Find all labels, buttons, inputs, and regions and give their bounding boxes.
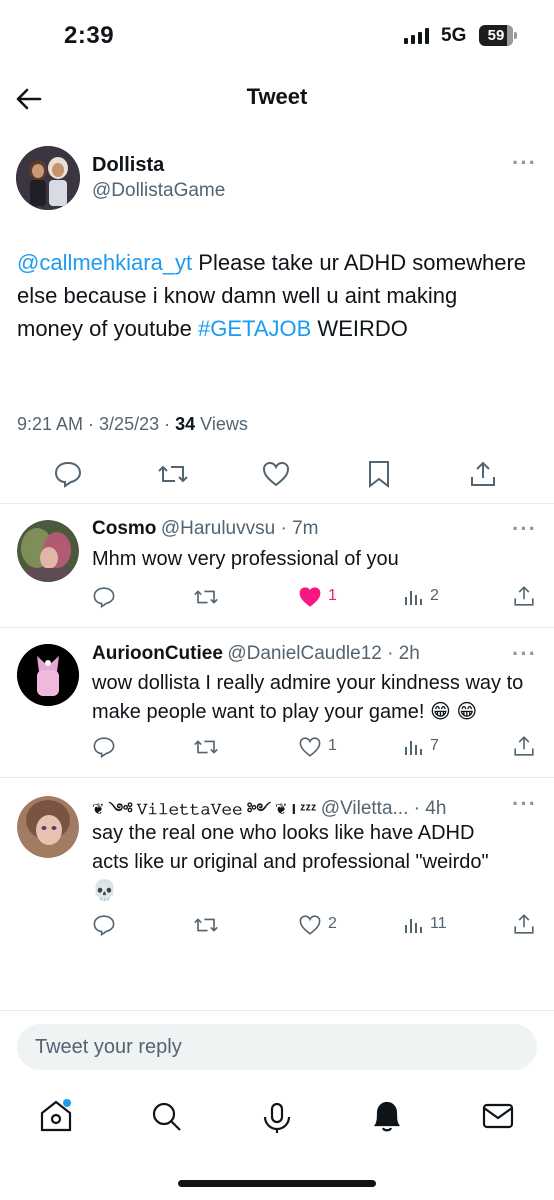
author-name[interactable]: Dollista xyxy=(92,154,164,177)
views-label: Views xyxy=(200,414,248,434)
like-icon[interactable] xyxy=(298,585,322,609)
reply-avatar[interactable] xyxy=(17,520,79,582)
reply-author-name[interactable]: ❦ ༺ 𝚅𝚒𝚕𝚎𝚝𝚝𝚊𝚅𝚎𝚎 ༻ ❦ I ᶻᶻᶻ xyxy=(92,801,316,818)
retweet-icon[interactable] xyxy=(192,585,220,609)
reply-author-handle[interactable]: @DanielCaudle12 xyxy=(227,643,382,664)
reply-author-handle[interactable]: @Haruluvvsu xyxy=(161,518,275,539)
battery-icon: 59 xyxy=(479,25,517,46)
reply-text: Mhm wow very professional of you xyxy=(92,548,399,570)
divider xyxy=(0,777,554,778)
views-count: 7 xyxy=(430,737,439,754)
mention-link[interactable]: @callmehkiara_yt xyxy=(17,250,192,275)
more-icon[interactable]: ··· xyxy=(512,152,537,174)
retweet-icon[interactable] xyxy=(157,459,189,489)
tweet-text-end: WEIRDO xyxy=(311,316,408,341)
signal-icon xyxy=(404,28,429,44)
reply-icon[interactable] xyxy=(92,913,116,937)
home-indicator xyxy=(178,1180,376,1187)
views-count: 11 xyxy=(430,915,447,932)
reply-author-handle[interactable]: @Viletta... xyxy=(321,798,409,819)
reply-actions: 2 11 xyxy=(92,912,538,938)
bookmark-icon[interactable] xyxy=(365,459,393,489)
notifications-icon[interactable] xyxy=(370,1098,404,1134)
reply-input[interactable]: Tweet your reply xyxy=(17,1024,537,1070)
reply-author-name[interactable]: Cosmo xyxy=(92,518,156,539)
more-icon[interactable]: ··· xyxy=(512,793,537,815)
home-icon[interactable] xyxy=(38,1097,74,1135)
views-icon[interactable] xyxy=(402,735,426,759)
like-count: 1 xyxy=(328,587,337,604)
reply-text: wow dollista I really admire your kindne… xyxy=(92,672,524,723)
tweet-date: 3/25/23 xyxy=(99,414,160,434)
page-title: Tweet xyxy=(246,84,308,109)
author-handle[interactable]: @DollistaGame xyxy=(92,180,225,202)
spaces-icon[interactable] xyxy=(259,1099,295,1135)
battery-level: 59 xyxy=(487,27,505,44)
reply-avatar[interactable] xyxy=(17,644,79,706)
reply-icon[interactable] xyxy=(53,459,83,489)
like-count: 1 xyxy=(328,737,337,754)
more-icon[interactable]: ··· xyxy=(512,518,537,540)
retweet-icon[interactable] xyxy=(192,913,220,937)
like-icon[interactable] xyxy=(298,735,322,759)
reply-actions: 1 2 xyxy=(92,584,538,610)
views-count: 2 xyxy=(430,587,439,604)
share-icon[interactable] xyxy=(468,459,498,489)
divider xyxy=(0,627,554,628)
like-icon[interactable] xyxy=(261,459,291,489)
tweet-meta: 9:21 AM · 3/25/23 · 34 Views xyxy=(17,414,248,434)
more-icon[interactable]: ··· xyxy=(512,643,537,665)
reply-header: Cosmo @Haruluvvsu · 7m xyxy=(92,518,319,539)
reply-avatar[interactable] xyxy=(17,796,79,858)
like-icon[interactable] xyxy=(298,913,322,937)
reply-header: AurioonCutiee @DanielCaudle12 · 2h xyxy=(92,643,420,664)
reply-time: 7m xyxy=(292,518,319,539)
messages-icon[interactable] xyxy=(482,1102,514,1130)
reply-text: say the real one who looks like have ADH… xyxy=(92,822,489,902)
views-icon[interactable] xyxy=(402,585,426,609)
hashtag-link[interactable]: #GETAJOB xyxy=(198,316,311,341)
reply-icon[interactable] xyxy=(92,585,116,609)
tweet-text: @callmehkiara_yt Please take ur ADHD som… xyxy=(17,246,527,345)
reply-time: 4h xyxy=(425,798,447,819)
share-icon[interactable] xyxy=(512,734,536,758)
retweet-icon[interactable] xyxy=(192,735,220,759)
views-icon[interactable] xyxy=(402,913,426,937)
tweet-time: 9:21 AM xyxy=(17,414,84,434)
status-time: 2:39 xyxy=(64,22,115,49)
network-label: 5G xyxy=(441,25,467,46)
share-icon[interactable] xyxy=(512,912,536,936)
views-count: 34 xyxy=(175,414,196,434)
reply-icon[interactable] xyxy=(92,735,116,759)
reply-actions: 1 7 xyxy=(92,734,538,760)
divider xyxy=(0,503,554,504)
search-icon[interactable] xyxy=(150,1100,184,1134)
reply-author-name[interactable]: AurioonCutiee xyxy=(92,643,223,664)
divider xyxy=(0,1010,554,1011)
like-count: 2 xyxy=(328,915,337,932)
share-icon[interactable] xyxy=(512,584,536,608)
reply-time: 2h xyxy=(398,643,420,664)
author-avatar[interactable] xyxy=(16,146,80,210)
